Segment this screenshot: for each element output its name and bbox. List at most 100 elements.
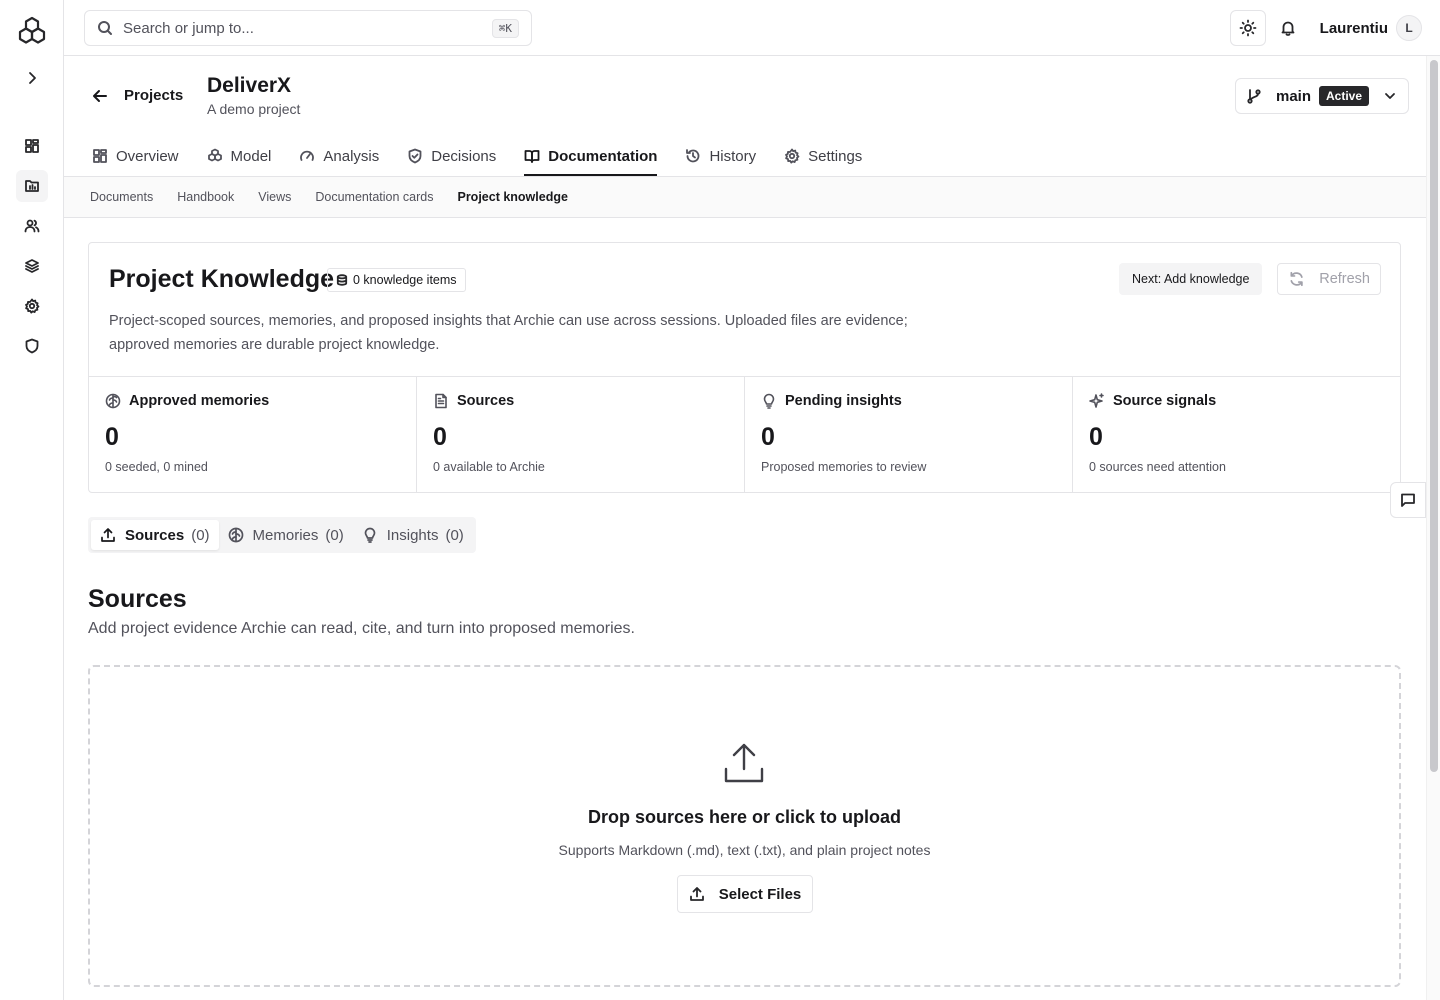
lightbulb-icon [763,393,775,409]
stat-label: Source signals [1113,393,1217,409]
tab-settings[interactable]: Settings [784,136,862,176]
theme-toggle-button[interactable] [1229,10,1266,46]
brain-icon [228,527,243,543]
bell-icon [1281,21,1295,36]
stat-subtext: Proposed memories to review [761,460,927,474]
breadcrumb-projects[interactable]: Projects [124,87,183,104]
boxes-icon [207,148,222,162]
search-icon [98,21,112,35]
database-icon [336,274,348,286]
stat-label: Pending insights [785,393,902,409]
next-add-knowledge-button[interactable]: Next: Add knowledge [1119,263,1263,295]
subtab-documentation-cards[interactable]: Documentation cards [315,190,433,204]
refresh-label: Refresh [1319,271,1370,287]
knowledge-count-badge: 0 knowledge items [327,268,466,292]
stat-subtext: 0 sources need attention [1089,460,1226,474]
stat-label: Sources [457,393,515,409]
page-subtitle: A demo project [207,101,301,117]
documentation-subtabs: Documents Handbook Views Documentation c… [64,177,1426,218]
back-button[interactable] [90,86,110,106]
primary-tabs: Overview Model Analysis Decisions Docume… [92,136,890,176]
select-files-label: Select Files [718,885,802,903]
branch-selector[interactable]: main Active [1235,78,1409,114]
avatar[interactable]: L [1396,15,1422,41]
stat-header: Source signals [1089,393,1384,409]
select-files-button[interactable]: Select Files [677,875,813,913]
stat-pending-insights: Pending insights 0 Proposed memories to … [745,377,1073,492]
tab-label: Overview [116,147,179,165]
knowledge-count: 0 knowledge items [353,273,457,287]
tab-label: History [709,147,757,165]
tab-memories[interactable]: Memories (0) [219,520,353,550]
nav-projects[interactable] [16,170,48,202]
notifications-button[interactable] [1270,10,1306,46]
chevron-right-icon [29,72,36,84]
message-square-icon [1401,493,1415,507]
tab-label: Analysis [323,147,380,165]
book-open-icon [524,150,540,163]
subtab-documents[interactable]: Documents [90,190,153,204]
chevron-down-icon [1385,93,1395,99]
nav-dashboard[interactable] [16,130,48,162]
refresh-button[interactable]: Refresh [1277,263,1381,295]
history-icon [686,149,700,163]
sparkles-icon [1089,393,1104,408]
search-shortcut: ⌘K [491,18,519,38]
tab-sources[interactable]: Sources (0) [91,520,219,550]
folder-chart-icon [25,180,39,192]
app-logo-icon[interactable] [16,16,48,48]
subtab-project-knowledge[interactable]: Project knowledge [457,190,567,204]
nav-users[interactable] [16,210,48,242]
dropzone-title: Drop sources here or click to upload [587,807,902,827]
stat-value: 0 [433,423,447,451]
tab-decisions[interactable]: Decisions [407,136,496,176]
expand-sidebar-button[interactable] [16,62,48,94]
nav-settings[interactable] [16,290,48,322]
stat-header: Sources [433,393,728,409]
stat-source-signals: Source signals 0 0 sources need attentio… [1073,377,1400,492]
status-badge: Active [1319,86,1370,106]
tab-analysis[interactable]: Analysis [299,136,379,176]
stat-label: Approved memories [129,393,270,409]
left-rail [0,0,64,1000]
tab-label: Decisions [431,147,497,165]
user-name[interactable]: Laurentiu [1320,20,1388,37]
sun-icon [1239,19,1257,37]
search-placeholder[interactable]: Search or jump to... [123,20,492,37]
nav-layers[interactable] [16,250,48,282]
dropzone-subtitle: Supports Markdown (.md), text (.txt), an… [558,842,931,858]
tab-model[interactable]: Model [207,136,271,176]
subtab-handbook[interactable]: Handbook [177,190,234,204]
subtab-views[interactable]: Views [258,190,291,204]
stat-subtext: 0 available to Archie [433,460,545,474]
shield-icon [25,338,39,354]
knowledge-section-tabs: Sources (0) Memories (0) Insights (0) [88,517,476,553]
knowledge-description: Project-scoped sources, memories, and pr… [109,313,908,353]
tab-label: Settings [808,147,863,165]
stat-subtext: 0 seeded, 0 mined [105,460,208,474]
knowledge-title: Project Knowledge [109,265,335,293]
nav-security[interactable] [16,330,48,362]
top-bar: Search or jump to... ⌘K Laurentiu L [64,0,1440,56]
users-icon [24,219,40,233]
page-scrollbar[interactable] [1426,56,1440,1000]
stat-value: 0 [761,423,775,451]
stat-sources: Sources 0 0 available to Archie [417,377,745,492]
arrow-left-icon [93,90,107,102]
dashboard-icon [25,139,39,153]
tab-history[interactable]: History [685,136,756,176]
tab-documentation[interactable]: Documentation [524,136,658,176]
scrollbar-thumb[interactable] [1430,60,1438,772]
tab-count: (0) [325,526,344,544]
lightbulb-icon [364,527,376,543]
tab-overview[interactable]: Overview [92,136,179,176]
tab-insights[interactable]: Insights (0) [353,520,473,550]
file-text-icon [435,393,447,409]
upload-dropzone[interactable]: Drop sources here or click to upload Sup… [88,665,1401,987]
tab-label: Insights [386,526,439,544]
search-box[interactable]: Search or jump to... ⌘K [84,10,532,46]
chat-feedback-button[interactable] [1390,482,1426,518]
stat-value: 0 [105,423,119,451]
stat-header: Pending insights [761,393,1056,409]
page-title: DeliverX [207,74,292,97]
